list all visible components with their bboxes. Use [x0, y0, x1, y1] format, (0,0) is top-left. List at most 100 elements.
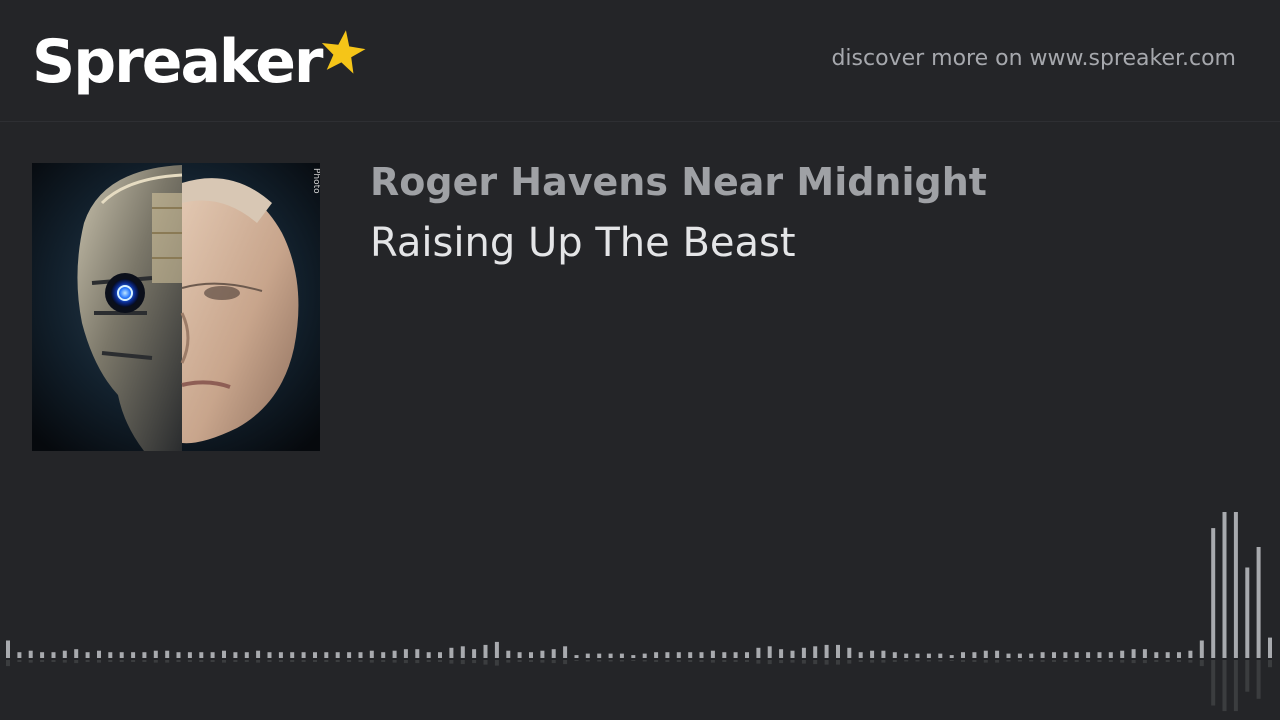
- waveform-bar: [597, 653, 602, 658]
- waveform-bar: [119, 652, 124, 658]
- waveform-bar-reflection: [1006, 660, 1011, 662]
- waveform-bar: [1063, 652, 1068, 658]
- waveform-bar: [1074, 652, 1079, 658]
- episode-title: Raising Up The Beast: [370, 220, 796, 266]
- waveform-bar: [688, 652, 693, 658]
- waveform-bar: [1052, 652, 1056, 658]
- waveform-bar: [17, 652, 22, 658]
- waveform-bar-reflection: [28, 660, 33, 663]
- waveform-bar: [28, 650, 33, 658]
- waveform-bar-reflection: [1131, 660, 1136, 664]
- spreaker-logo[interactable]: Spreaker: [32, 22, 366, 102]
- waveform-bar: [756, 647, 761, 658]
- waveform-bar-reflection: [892, 660, 897, 662]
- waveform-bar: [517, 652, 522, 658]
- waveform-bar-reflection: [74, 660, 79, 664]
- waveform-bar-reflection: [756, 660, 761, 664]
- waveform-bar: [187, 652, 192, 658]
- waveform-bar-reflection: [449, 660, 454, 664]
- waveform-bar: [460, 646, 465, 658]
- waveform-bar: [369, 650, 374, 658]
- waveform-bar: [767, 646, 772, 658]
- waveform-bar: [256, 650, 261, 658]
- waveform-bar: [722, 652, 727, 658]
- show-title[interactable]: Roger Havens Near Midnight: [370, 160, 987, 204]
- waveform-bar: [313, 652, 317, 658]
- waveform-bar-reflection: [1268, 660, 1272, 668]
- waveform-bar: [733, 652, 738, 658]
- waveform-bar: [233, 652, 238, 658]
- waveform-bar-reflection: [1074, 660, 1079, 662]
- waveform-bar-reflection: [403, 660, 408, 664]
- waveform-bar-reflection: [438, 660, 442, 662]
- waveform-bar-reflection: [1165, 660, 1170, 662]
- waveform-bar-reflection: [540, 660, 545, 663]
- waveform-bar-reflection: [381, 660, 386, 662]
- waveform-bar: [267, 652, 272, 658]
- waveform-bar-reflection: [1142, 660, 1147, 664]
- waveform-bar: [222, 650, 226, 658]
- waveform-bar: [779, 649, 784, 658]
- waveform-bar-reflection: [392, 660, 397, 663]
- waveform-bar-reflection: [153, 660, 158, 663]
- waveform-bar-reflection: [608, 660, 613, 662]
- waveform-bar-reflection: [585, 660, 590, 662]
- waveform-bar-reflection: [301, 660, 306, 662]
- waveform-bar: [1097, 652, 1102, 658]
- waveform-bar-reflection: [938, 660, 943, 662]
- waveform-bar: [1268, 637, 1272, 658]
- waveform-bar: [324, 652, 329, 658]
- waveform-bar: [881, 650, 886, 658]
- waveform-bar: [1233, 512, 1238, 658]
- waveform-bar: [381, 652, 386, 658]
- waveform-bar: [483, 644, 488, 658]
- waveform-bar: [529, 652, 533, 658]
- waveform-bar-reflection: [472, 660, 477, 664]
- waveform-bar: [676, 652, 681, 658]
- waveform-bar-reflection: [199, 660, 204, 662]
- waveform-bar-reflection: [1256, 660, 1261, 699]
- waveform-bar: [6, 640, 10, 658]
- waveform-bar-reflection: [972, 660, 977, 662]
- waveform-bar: [244, 652, 249, 658]
- waveform-bar: [415, 649, 420, 658]
- waveform-bar-reflection: [1063, 660, 1068, 662]
- waveform-bar: [153, 650, 158, 658]
- audio-waveform[interactable]: [0, 480, 1280, 720]
- waveform-bar: [983, 650, 988, 658]
- waveform-bar: [995, 650, 1000, 658]
- waveform-bar-reflection: [904, 660, 909, 662]
- waveform-bar: [574, 655, 579, 658]
- waveform-bar: [631, 655, 636, 658]
- waveform-bar: [972, 652, 977, 658]
- waveform-bar-reflection: [358, 660, 363, 662]
- waveform-bar: [358, 652, 363, 658]
- waveform-bar-reflection: [926, 660, 931, 662]
- waveform-bar-reflection: [722, 660, 727, 662]
- header-bar: Spreaker discover more on www.spreaker.c…: [0, 0, 1280, 122]
- waveform-bar-reflection: [1199, 660, 1204, 667]
- logo-wordmark: Spreaker: [32, 27, 324, 97]
- discover-more-link[interactable]: discover more on www.spreaker.com: [831, 46, 1236, 71]
- waveform-bar-reflection: [426, 660, 431, 662]
- waveform-bar-reflection: [529, 660, 533, 662]
- waveform-bar: [62, 650, 67, 658]
- waveform-bar-reflection: [1097, 660, 1102, 662]
- waveform-bar: [892, 652, 897, 658]
- waveform-bar: [642, 653, 647, 658]
- waveform-bar-reflection: [699, 660, 704, 662]
- waveform-bar-reflection: [415, 660, 420, 664]
- waveform-bar-reflection: [324, 660, 329, 662]
- waveform-bar-reflection: [779, 660, 784, 664]
- waveform-bar-reflection: [676, 660, 681, 662]
- waveform-bar: [699, 652, 704, 658]
- waveform-bar-reflection: [665, 660, 670, 662]
- waveform-bar: [1131, 649, 1136, 658]
- waveform-bar: [824, 644, 829, 658]
- waveform-bar: [472, 649, 477, 658]
- waveform-bar: [961, 652, 965, 658]
- waveform-bar: [40, 652, 45, 658]
- waveform-bar: [335, 652, 340, 658]
- waveform-bar-reflection: [801, 660, 806, 664]
- waveform-bar: [1188, 650, 1193, 658]
